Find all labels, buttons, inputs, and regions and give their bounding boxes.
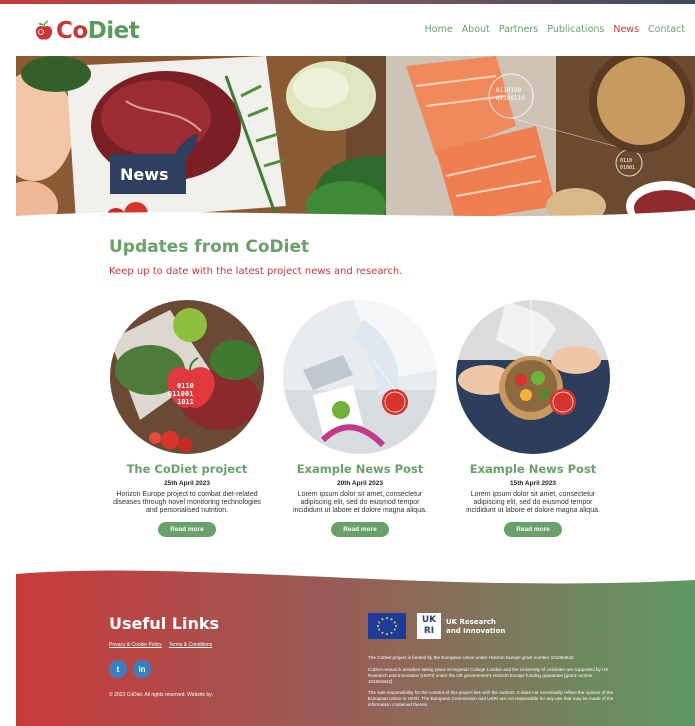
nav-partners[interactable]: Partners (499, 24, 538, 35)
news-card-title[interactable]: Example News Post (280, 462, 440, 476)
news-card-date: 15th April 2023 (509, 480, 556, 487)
svg-text:1011: 1011 (177, 398, 194, 406)
svg-text:0110: 0110 (620, 158, 632, 164)
privacy-policy-link[interactable]: Privacy & Cookie Policy (109, 642, 162, 648)
svg-text:01100110: 01100110 (496, 95, 525, 102)
hero-banner: 0110100 01100110 0110 01001 News (16, 56, 695, 222)
news-card-date: 25th April 2023 (163, 480, 210, 487)
apple-logo-icon (33, 20, 55, 42)
news-card-date: 20th April 2023 (336, 480, 383, 487)
ukri-name: UK Research and Innovation (446, 618, 506, 635)
read-more-button[interactable]: Read more (504, 522, 562, 537)
main-nav: Home About Partners Publications News Co… (425, 24, 685, 35)
hero-news-badge: News (110, 154, 186, 194)
read-more-button[interactable]: Read more (331, 522, 389, 537)
news-card-title[interactable]: Example News Post (453, 462, 613, 476)
news-card-image[interactable]: 0110 011001 1011 (110, 300, 264, 454)
copyright-text: © 2023 CoDiet. All rights reserved. Webs… (109, 692, 214, 698)
svg-text:011001: 011001 (168, 390, 193, 398)
news-card: Example News Post 15th April 2023 Lorem … (453, 300, 613, 537)
news-card-title[interactable]: The CoDiet project (107, 462, 267, 476)
site-footer: Useful Links Privacy & Cookie Policy Ter… (16, 566, 695, 726)
ukri-logo: UK RI (417, 613, 441, 639)
nav-about[interactable]: About (462, 24, 490, 35)
svg-text:0110100: 0110100 (496, 87, 522, 94)
terms-link[interactable]: Terms & Conditions (169, 642, 212, 648)
read-more-button[interactable]: Read more (158, 522, 216, 537)
disclaimer-text: The sole responsibility for the content … (368, 690, 614, 707)
codiet-logo[interactable]: CoDiet (33, 18, 140, 44)
news-card-image[interactable] (283, 300, 437, 454)
site-header: CoDiet Home About Partners Publications … (0, 4, 695, 56)
news-card-excerpt: Lorem ipsum dolor sit amet, consectetur … (466, 491, 600, 514)
nav-publications[interactable]: Publications (547, 24, 604, 35)
page-title: Updates from CoDiet (109, 237, 310, 257)
footer-title: Useful Links (109, 614, 220, 633)
funding-statement: The CoDiet project is funded by the Euro… (368, 655, 575, 660)
news-card: Example News Post 20th April 2023 Lorem … (280, 300, 440, 537)
svg-text:01001: 01001 (620, 165, 635, 171)
news-card: 0110 011001 1011 The CoDiet project 25th… (107, 300, 267, 537)
linkedin-icon[interactable]: in (133, 660, 151, 678)
twitter-icon[interactable]: t (109, 660, 127, 678)
nav-news[interactable]: News (613, 24, 639, 35)
page-subtitle: Keep up to date with the latest project … (109, 266, 403, 277)
nav-home[interactable]: Home (425, 24, 453, 35)
hero-food-image: 0110100 01100110 0110 01001 (16, 56, 695, 222)
news-card-excerpt: Horizon Europe project to combat diet-re… (113, 491, 261, 514)
ukri-statement: CoDiet research activities taking place … (368, 667, 609, 684)
eu-flag-logo (368, 613, 406, 639)
svg-text:0110: 0110 (177, 382, 194, 390)
news-card-excerpt: Lorem ipsum dolor sit amet, consectetur … (293, 491, 427, 514)
news-card-image[interactable] (456, 300, 610, 454)
footer-links: Privacy & Cookie Policy Terms & Conditio… (109, 642, 212, 648)
nav-contact[interactable]: Contact (648, 24, 685, 35)
logo-text: CoDiet (56, 18, 140, 44)
